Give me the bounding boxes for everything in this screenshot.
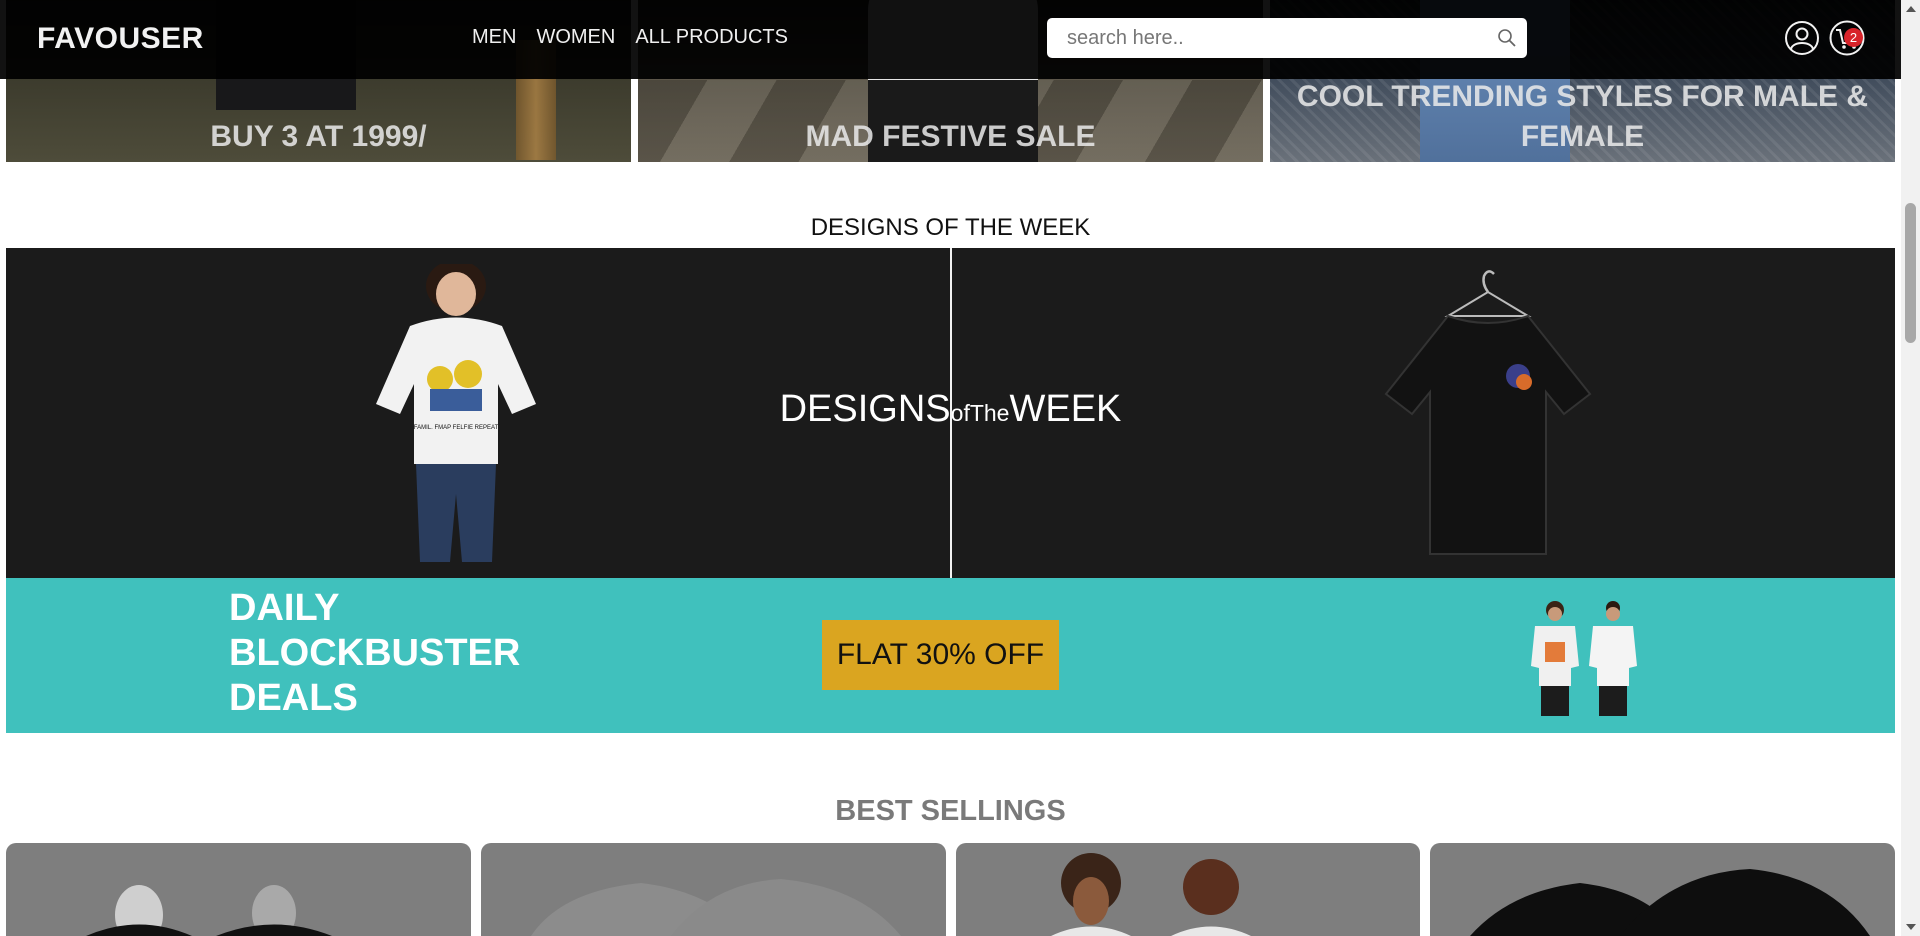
scroll-up-arrow-icon[interactable] <box>1906 6 1916 12</box>
hero-banner-caption: MAD FESTIVE SALE <box>805 120 1096 153</box>
best-sellings-title: BEST SELLINGS <box>835 795 1066 827</box>
deals-title-line: DAILY <box>229 587 340 629</box>
product-image <box>86 885 332 936</box>
scroll-down-arrow-icon[interactable] <box>1906 924 1916 930</box>
black-tshirt-hanger-image[interactable] <box>1378 264 1598 564</box>
best-sellings-grid <box>6 843 1895 936</box>
top-navbar: FAVOUSER MEN WOMEN ALL PRODUCTS 2 <box>0 0 1901 79</box>
scrollbar-thumb[interactable] <box>1905 203 1916 343</box>
deals-models-image[interactable] <box>1525 596 1645 718</box>
deals-title-line: DEALS <box>229 677 358 719</box>
deals-title-line: BLOCKBUSTER <box>229 632 521 674</box>
main-nav: MEN WOMEN ALL PRODUCTS <box>472 26 788 49</box>
search-icon[interactable] <box>1497 28 1517 48</box>
nav-link-women[interactable]: WOMEN <box>536 26 615 49</box>
product-card[interactable] <box>6 843 471 936</box>
product-card[interactable] <box>1430 843 1895 936</box>
site-logo[interactable]: FAVOUSER <box>37 22 204 56</box>
product-image <box>1050 853 1251 936</box>
nav-link-all-products[interactable]: ALL PRODUCTS <box>635 26 788 49</box>
designs-word: DESIGNS <box>779 388 951 430</box>
product-image <box>1470 869 1871 936</box>
cart-count-badge: 2 <box>1844 28 1863 47</box>
daily-deals-banner[interactable]: DAILY BLOCKBUSTER DEALS FLAT 30% OFF <box>6 578 1895 733</box>
designs-divider <box>950 248 952 578</box>
product-card[interactable] <box>480 843 946 936</box>
page: BUY 3 AT 1999/ MAD FESTIVE SALE COOL TRE… <box>0 0 1901 936</box>
vertical-scrollbar[interactable] <box>1901 0 1920 936</box>
designs-section-title: DESIGNS OF THE WEEK <box>810 214 1091 241</box>
deals-title: DAILY BLOCKBUSTER DEALS <box>229 586 549 721</box>
the-word: The <box>969 400 1010 426</box>
product-card[interactable] <box>955 843 1421 936</box>
hero-banner-caption: BUY 3 AT 1999/ <box>210 120 427 153</box>
search-input[interactable] <box>1067 24 1487 52</box>
hero-banner-caption: COOL TRENDING STYLES FOR MALE & FEMALE <box>1296 80 1869 153</box>
nav-link-men[interactable]: MEN <box>472 26 516 49</box>
designs-of-the-week-panel[interactable]: FAMIL. FMAP FELFIE REPEAT DESIGNSofTheWE… <box>6 248 1895 578</box>
search-box <box>1047 18 1527 58</box>
of-word: of <box>950 400 970 426</box>
user-account-icon[interactable] <box>1784 20 1820 56</box>
flat-30-off-button[interactable]: FLAT 30% OFF <box>822 620 1059 690</box>
product-image <box>530 879 901 936</box>
week-word: WEEK <box>1009 388 1122 430</box>
